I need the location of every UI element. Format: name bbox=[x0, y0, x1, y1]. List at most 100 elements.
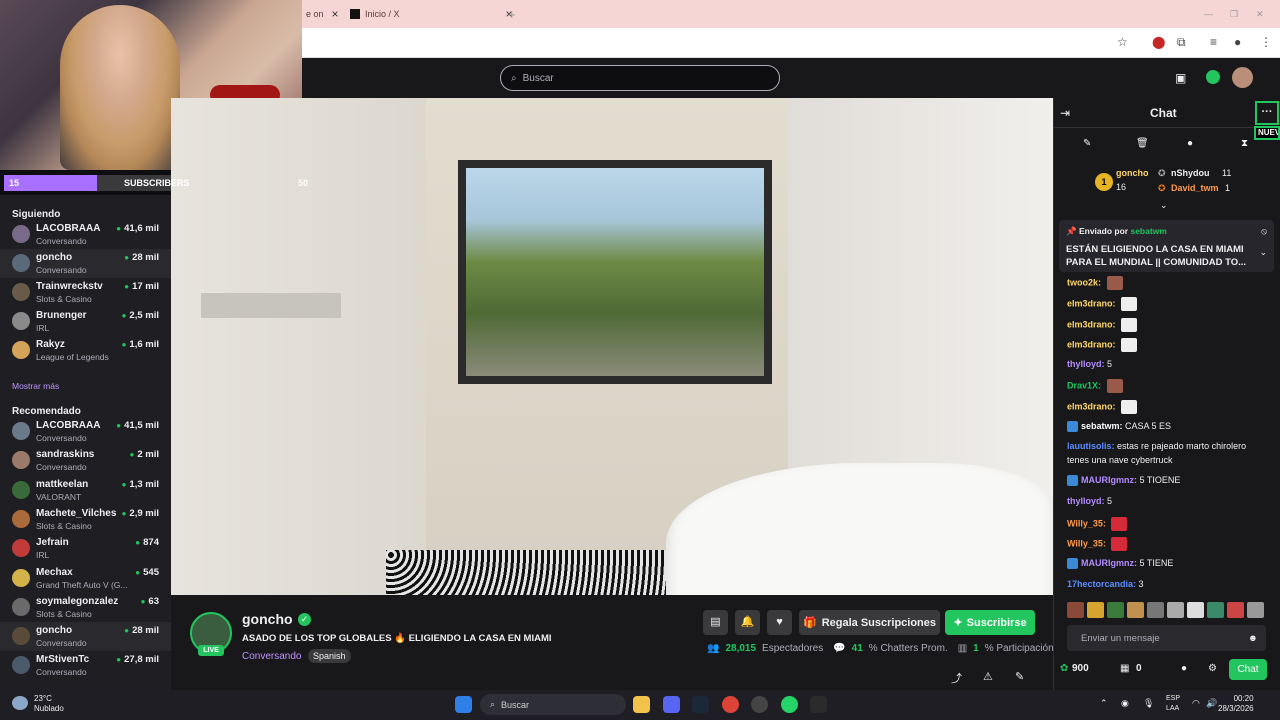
search-input[interactable]: ⌕ Buscar bbox=[500, 65, 780, 91]
new-tab-button[interactable]: + bbox=[508, 4, 516, 24]
steam-icon[interactable] bbox=[692, 696, 709, 713]
minimize-icon[interactable]: — bbox=[1204, 4, 1213, 24]
sidebar-channel[interactable]: goncho Conversando 28 mil bbox=[0, 249, 171, 278]
wifi-icon[interactable]: ◠ bbox=[1192, 698, 1200, 709]
chevron-down-icon[interactable]: ⌄ bbox=[1259, 247, 1267, 258]
mic-icon[interactable]: 🎙 bbox=[1143, 698, 1154, 709]
pinned-message[interactable]: 📌 Enviado por sebatwm ESTÁN ELIGIENDO LA… bbox=[1059, 220, 1274, 272]
user-avatar[interactable] bbox=[1232, 67, 1253, 88]
green-extension-icon[interactable] bbox=[1206, 70, 1220, 84]
chat-username[interactable]: Willy_35: bbox=[1067, 538, 1106, 548]
language-tag[interactable]: Spanish bbox=[308, 649, 351, 663]
video-player[interactable] bbox=[171, 98, 1053, 595]
sidebar-channel[interactable]: Brunenger IRL 2,5 mil bbox=[0, 307, 171, 336]
pin-icon[interactable]: ✎ bbox=[1083, 138, 1091, 149]
channel-points-icon[interactable]: ✿ bbox=[1060, 663, 1068, 674]
unpin-icon[interactable]: ⦸ bbox=[1261, 226, 1267, 237]
maximize-icon[interactable]: ❐ bbox=[1230, 4, 1238, 24]
chrome-icon[interactable] bbox=[722, 696, 739, 713]
chat-username[interactable]: MAURIgmnz: bbox=[1081, 475, 1137, 485]
chat-username[interactable]: lauutisolis: bbox=[1067, 441, 1115, 451]
sidebar-channel[interactable]: LACOBRAAA Conversando 41,5 mil bbox=[0, 417, 171, 446]
gear-icon[interactable]: ⚙ bbox=[1208, 663, 1217, 674]
hourglass-icon[interactable]: ⧗ bbox=[1241, 138, 1248, 149]
emote[interactable] bbox=[1087, 602, 1104, 618]
volume-icon[interactable]: 🔊 bbox=[1206, 698, 1217, 709]
chevron-up-icon[interactable]: ⌃ bbox=[1100, 698, 1108, 709]
browser-tab-x[interactable]: Inicio / X × bbox=[350, 4, 513, 24]
sidebar-channel[interactable]: MrStivenTc Conversando 27,8 mil bbox=[0, 651, 171, 680]
chat-username[interactable]: elm3drano: bbox=[1067, 298, 1116, 308]
emote[interactable] bbox=[1247, 602, 1264, 618]
emote[interactable] bbox=[1067, 602, 1084, 618]
chat-username[interactable]: elm3drano: bbox=[1067, 401, 1116, 411]
obs-icon[interactable] bbox=[751, 696, 768, 713]
file-explorer-icon[interactable] bbox=[633, 696, 650, 713]
emote[interactable] bbox=[1147, 602, 1164, 618]
windows-start-icon[interactable] bbox=[455, 696, 472, 713]
sidebar-channel[interactable]: LACOBRAAA Conversando 41,6 mil bbox=[0, 220, 171, 249]
sidebar-channel[interactable]: Rakyz League of Legends 1,6 mil bbox=[0, 336, 171, 365]
chat-username[interactable]: thylloyd: bbox=[1067, 359, 1105, 369]
expand-leaders-icon[interactable]: ⌄ bbox=[1160, 200, 1168, 211]
emote[interactable] bbox=[1107, 602, 1124, 618]
media-icon[interactable]: ≡ bbox=[1210, 35, 1217, 49]
chat-username[interactable]: elm3drano: bbox=[1067, 339, 1116, 349]
sidebar-channel[interactable]: mattkeelan VALORANT 1,3 mil bbox=[0, 476, 171, 505]
chat-username[interactable]: MAURIgmnz: bbox=[1081, 558, 1137, 568]
chat-username[interactable]: twoo2k: bbox=[1067, 277, 1101, 287]
chat-username[interactable]: sebatwm: bbox=[1081, 421, 1123, 431]
sidebar-channel[interactable]: sandraskins Conversando 2 mil bbox=[0, 446, 171, 475]
trash-icon[interactable]: 🗑 bbox=[1136, 138, 1149, 149]
sidebar-channel[interactable]: Mechax Grand Theft Auto V (G... 545 bbox=[0, 564, 171, 593]
star-icon[interactable]: ☆ bbox=[1117, 35, 1128, 49]
subscribe-button[interactable]: ✦ Suscribirse bbox=[945, 610, 1035, 635]
bits-icon[interactable]: ▦ bbox=[1120, 663, 1129, 674]
puzzle-icon[interactable]: ⧉ bbox=[1177, 35, 1186, 50]
discord-icon[interactable] bbox=[663, 696, 680, 713]
sidebar-channel[interactable]: Trainwreckstv Slots & Casino 17 mil bbox=[0, 278, 171, 307]
taskbar-search[interactable]: ⌕ Buscar bbox=[480, 694, 626, 715]
channel-name[interactable]: goncho bbox=[242, 611, 293, 627]
emote[interactable] bbox=[1167, 602, 1184, 618]
chat-send-button[interactable]: Chat bbox=[1229, 659, 1267, 680]
whatsapp-icon[interactable] bbox=[781, 696, 798, 713]
gift-subs-button[interactable]: 🎁 Regala Suscripciones bbox=[799, 610, 940, 635]
bell-icon[interactable]: 🔔 bbox=[735, 610, 760, 635]
kebab-menu-icon[interactable]: ⋮ bbox=[1260, 35, 1272, 49]
chat-username[interactable]: Willy_35: bbox=[1067, 518, 1106, 528]
more-options-button[interactable]: ··· bbox=[1255, 101, 1279, 125]
close-icon[interactable]: × bbox=[332, 7, 339, 21]
profile-icon[interactable]: ● bbox=[1234, 35, 1241, 49]
chat-username[interactable]: thylloyd: bbox=[1067, 496, 1105, 506]
chat-username[interactable]: 17hectorcandia: bbox=[1067, 579, 1136, 589]
address-bar[interactable]: ☆ ⬤ ⧉ ≡ ● ⋮ bbox=[302, 28, 1280, 58]
extension-icon[interactable]: ⬤ bbox=[1152, 35, 1165, 49]
emote[interactable] bbox=[1127, 602, 1144, 618]
emote[interactable] bbox=[1207, 602, 1224, 618]
category-link[interactable]: Conversando bbox=[242, 651, 301, 662]
emote[interactable] bbox=[1187, 602, 1204, 618]
emoji-icon[interactable]: ☻ bbox=[1248, 633, 1258, 644]
system-clock[interactable]: 00:20 28/3/2026 bbox=[1218, 694, 1254, 714]
sidebar-channel[interactable]: soymalegonzalez Slots & Casino 63 bbox=[0, 593, 171, 622]
window-close-icon[interactable]: ✕ bbox=[1256, 4, 1264, 24]
chat-bubble-icon[interactable]: ● bbox=[1187, 138, 1193, 149]
chat-bubble-icon[interactable]: ● bbox=[1181, 663, 1187, 674]
network-icon[interactable]: ◉ bbox=[1121, 698, 1129, 709]
notes-button[interactable]: ▤ bbox=[703, 610, 728, 635]
sidebar-channel[interactable]: goncho Conversando 28 mil bbox=[0, 622, 171, 652]
app-icon[interactable] bbox=[810, 696, 827, 713]
chat-username[interactable]: Drav1X: bbox=[1067, 380, 1101, 390]
crown-icon[interactable]: ▣ bbox=[1175, 71, 1186, 85]
chat-message-input[interactable]: Enviar un mensaje ☻ bbox=[1067, 625, 1266, 651]
browser-tab[interactable]: e on × bbox=[306, 4, 339, 24]
show-more-link[interactable]: Mostrar más bbox=[12, 381, 59, 391]
chat-username[interactable]: elm3drano: bbox=[1067, 319, 1116, 329]
sidebar-channel[interactable]: Machete_Vilches Slots & Casino 2,9 mil bbox=[0, 505, 171, 534]
report-icon[interactable]: ⚠ bbox=[983, 670, 993, 683]
share-icon[interactable]: ⤴ bbox=[951, 670, 962, 686]
collapse-chat-icon[interactable]: ⇥ bbox=[1060, 106, 1070, 120]
sidebar-channel[interactable]: Jefrain IRL 874 bbox=[0, 534, 171, 563]
emote[interactable] bbox=[1227, 602, 1244, 618]
